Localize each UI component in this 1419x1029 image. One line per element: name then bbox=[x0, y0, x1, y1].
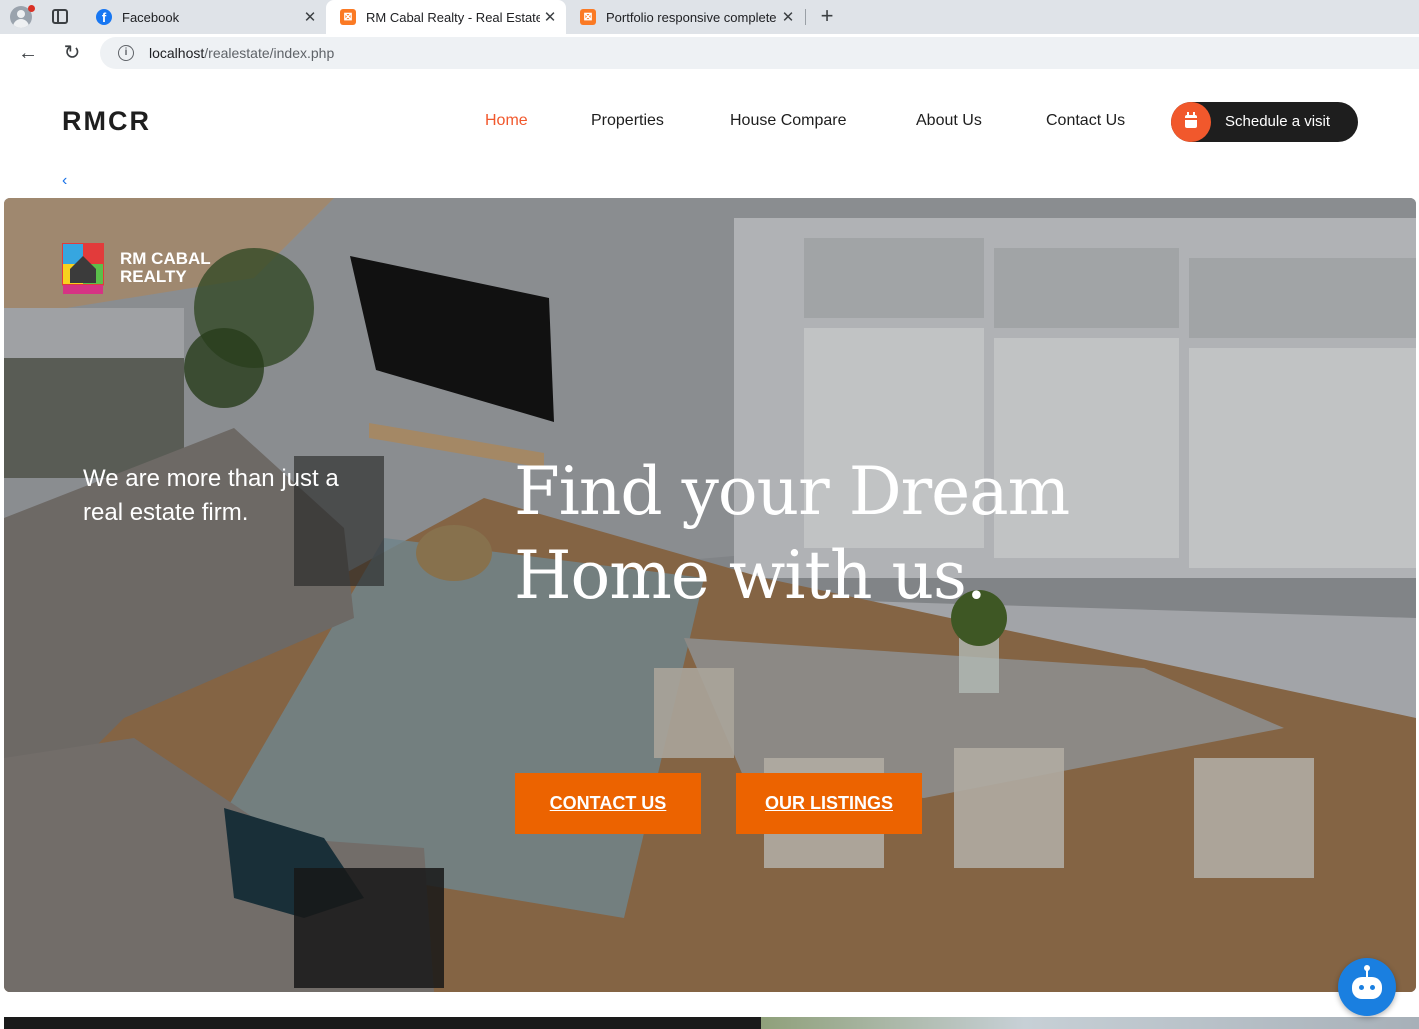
close-tab-icon[interactable]: ✕ bbox=[300, 8, 320, 26]
schedule-visit-button[interactable]: Schedule a visit bbox=[1171, 102, 1358, 142]
nav-about-us[interactable]: About Us bbox=[916, 112, 982, 130]
calendar-icon bbox=[1185, 112, 1197, 128]
tab-title: Facebook bbox=[122, 9, 180, 25]
calendar-icon-circle bbox=[1171, 102, 1211, 142]
next-section-photo bbox=[761, 1017, 1419, 1029]
address-bar[interactable]: i localhost/realestate/index.php bbox=[100, 37, 1419, 69]
facebook-icon: f bbox=[96, 9, 112, 25]
browser-toolbar: ← ↻ i localhost/realestate/index.php bbox=[0, 34, 1419, 72]
nav-house-compare[interactable]: House Compare bbox=[730, 112, 847, 130]
tab-title: RM Cabal Realty - Real Estate bbox=[366, 9, 540, 25]
tab-actions-icon[interactable] bbox=[52, 9, 68, 24]
url-text[interactable]: localhost/realestate/index.php bbox=[149, 45, 334, 61]
headline-line-2: Home with us. bbox=[514, 537, 987, 614]
headline-line-1: Find your Dream bbox=[514, 453, 1070, 530]
our-listings-button[interactable]: OUR LISTINGS bbox=[736, 773, 922, 834]
chevron-left-icon[interactable]: ‹ bbox=[62, 172, 67, 190]
robot-icon bbox=[1352, 977, 1382, 999]
tab-facebook[interactable]: f Facebook ✕ bbox=[82, 0, 326, 34]
nav-contact-us[interactable]: Contact Us bbox=[1046, 112, 1125, 130]
tab-separator bbox=[805, 9, 806, 25]
xampp-icon: ⊠ bbox=[340, 9, 356, 25]
hero-headline: Find your Dream Home with us. bbox=[514, 450, 1134, 618]
close-tab-icon[interactable]: ✕ bbox=[540, 8, 560, 26]
next-section-dark-panel bbox=[4, 1017, 761, 1029]
site-brand-logo[interactable]: RMCR bbox=[62, 106, 151, 137]
tab-title: Portfolio responsive complete bbox=[606, 9, 777, 25]
chatbot-button[interactable] bbox=[1338, 958, 1396, 1016]
browser-tab-bar: f Facebook ✕ ⊠ RM Cabal Realty - Real Es… bbox=[0, 0, 1419, 34]
tab-rm-cabal-realty[interactable]: ⊠ RM Cabal Realty - Real Estate ✕ bbox=[326, 0, 566, 34]
xampp-icon: ⊠ bbox=[580, 9, 596, 25]
reload-icon[interactable]: ↻ bbox=[60, 41, 84, 65]
logo-line-2: REALTY bbox=[120, 267, 187, 286]
nav-home[interactable]: Home bbox=[485, 112, 528, 130]
url-host: localhost bbox=[149, 45, 205, 61]
new-tab-plus-icon[interactable]: + bbox=[815, 3, 839, 29]
logo-line-1: RM CABAL bbox=[120, 249, 211, 268]
hero-banner: RM CABAL REALTY We are more than just a … bbox=[4, 198, 1416, 992]
back-arrow-icon[interactable]: ← bbox=[16, 41, 40, 65]
url-path: /realestate/index.php bbox=[204, 45, 335, 61]
robot-antenna bbox=[1364, 965, 1370, 977]
web-page: RMCR Home Properties House Compare About… bbox=[4, 72, 1419, 1029]
contact-us-button[interactable]: CONTACT US bbox=[515, 773, 701, 834]
schedule-visit-label: Schedule a visit bbox=[1225, 113, 1331, 130]
notification-dot-icon bbox=[28, 5, 35, 12]
nav-properties[interactable]: Properties bbox=[591, 112, 664, 130]
tab-portfolio[interactable]: ⊠ Portfolio responsive complete ✕ bbox=[566, 0, 804, 34]
site-info-icon[interactable]: i bbox=[118, 45, 134, 61]
hero-tagline: We are more than just a real estate firm… bbox=[83, 465, 339, 526]
rm-cabal-realty-logo-icon bbox=[62, 243, 104, 294]
rm-cabal-realty-logo-text: RM CABAL REALTY bbox=[120, 250, 211, 286]
close-tab-icon[interactable]: ✕ bbox=[778, 8, 798, 26]
